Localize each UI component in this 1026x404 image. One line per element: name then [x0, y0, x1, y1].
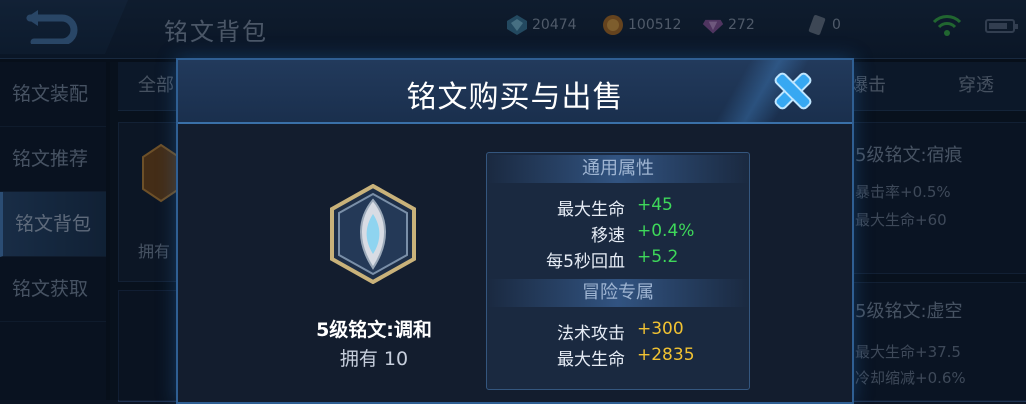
stat-value: +5.2: [637, 247, 679, 267]
stat-row: 法术攻击 +300: [487, 319, 749, 345]
stat-label: 最大生命: [557, 350, 625, 370]
close-icon[interactable]: [770, 68, 816, 114]
general-attributes-heading: 通用属性: [487, 155, 749, 183]
stat-label: 最大生命: [557, 200, 625, 220]
stat-value: +300: [637, 319, 684, 339]
dialog-header: 铭文购买与出售: [178, 60, 852, 124]
rune-owned-count: 拥有 10: [339, 348, 409, 370]
stat-row: 最大生命 +45: [487, 195, 749, 221]
stat-label: 移速: [591, 226, 625, 246]
stat-label: 每5秒回血: [546, 252, 625, 272]
stat-row: 移速 +0.4%: [487, 221, 749, 247]
stat-row: 每5秒回血 +5.2: [487, 247, 749, 273]
stat-label: 法术攻击: [557, 324, 625, 344]
rune-icon: [330, 184, 416, 284]
adventure-attributes-heading: 冒险专属: [487, 279, 749, 307]
rune-name: 5级铭文:调和: [316, 319, 432, 341]
rune-stats-panel: 通用属性 最大生命 +45 移速 +0.4% 每5秒回血 +5.2 冒险专属 法…: [486, 152, 750, 390]
rune-trade-dialog: 铭文购买与出售 5级铭文:调和 拥有 10 通用属性 最大生命 +45 移速 +…: [176, 58, 854, 404]
stat-row: 最大生命 +2835: [487, 345, 749, 371]
stat-value: +2835: [637, 345, 695, 365]
dialog-title: 铭文购买与出售: [406, 80, 624, 115]
stat-value: +45: [637, 195, 673, 215]
stat-value: +0.4%: [637, 221, 695, 241]
